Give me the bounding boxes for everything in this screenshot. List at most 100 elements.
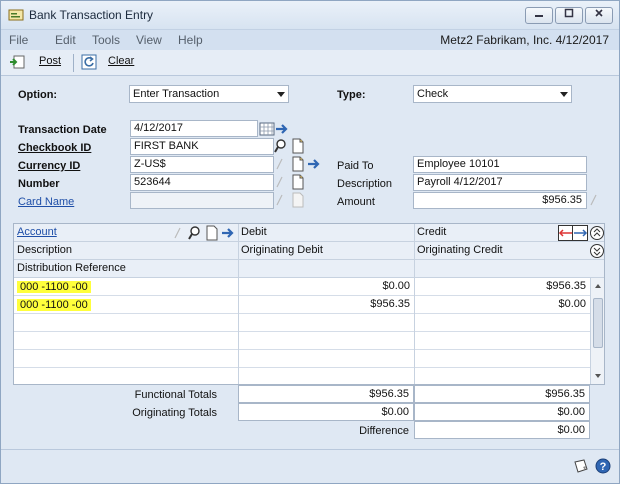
functional-totals-label: Functional Totals <box>134 389 217 401</box>
minimize-icon <box>535 15 543 17</box>
minimize-button[interactable] <box>525 7 553 24</box>
description-column-header: Description <box>17 244 73 256</box>
clear-icon <box>81 54 97 70</box>
debit-column-header: Debit <box>241 226 267 238</box>
post-label: Post <box>39 55 62 67</box>
paid-to-field[interactable]: Employee 10101 <box>413 156 587 173</box>
maximize-button[interactable] <box>555 7 583 24</box>
originating-credit-total: $0.00 <box>414 403 590 421</box>
close-button[interactable] <box>585 7 613 24</box>
checkbook-id-label[interactable]: Checkbook ID <box>18 142 91 154</box>
help-icon[interactable]: ? <box>595 458 611 474</box>
checkbook-id-field[interactable]: FIRST BANK <box>130 138 274 155</box>
toolbar: Post Clear <box>1 50 619 76</box>
account-value: 000 -1100 -00 <box>17 281 91 293</box>
debit-cell: $0.00 <box>382 280 410 292</box>
description-field[interactable]: Payroll 4/12/2017 <box>413 174 587 191</box>
distribution-reference-column-header: Distribution Reference <box>17 262 126 274</box>
lookup-disabled-icon <box>276 176 283 188</box>
post-icon <box>10 55 25 69</box>
table-row[interactable]: 000 -1100 -00 $0.00 $956.35 <box>14 278 590 296</box>
type-label: Type: <box>337 89 366 101</box>
currency-id-label[interactable]: Currency ID <box>18 160 80 172</box>
column-divider <box>238 224 239 384</box>
number-label: Number <box>18 178 60 190</box>
note-icon[interactable] <box>204 225 220 241</box>
debit-cell: $956.35 <box>370 298 410 310</box>
menu-tools[interactable]: Tools <box>92 33 120 47</box>
table-row[interactable] <box>14 314 590 332</box>
lookup-disabled-icon <box>174 227 181 239</box>
scroll-up-circle-icon[interactable] <box>589 225 605 241</box>
grid-header-row-2: Description Originating Debit Originatin… <box>14 242 604 260</box>
originating-credit-column-header: Originating Credit <box>417 244 503 256</box>
company-info: Metz2 Fabrikam, Inc. 4/12/2017 <box>440 33 609 47</box>
difference-value: $0.00 <box>414 421 590 439</box>
card-name-link[interactable]: Card Name <box>18 196 74 208</box>
scroll-thumb[interactable] <box>593 298 603 348</box>
account-cell: 000 -1100 -00 <box>14 279 91 297</box>
menu-view[interactable]: View <box>136 33 162 47</box>
number-field[interactable]: 523644 <box>130 174 274 191</box>
type-dropdown[interactable]: Check <box>413 85 572 103</box>
type-value: Check <box>417 88 449 100</box>
menu-edit[interactable]: Edit <box>55 33 76 47</box>
expand-arrow-icon[interactable] <box>274 121 290 137</box>
scroll-up-icon[interactable] <box>591 280 605 292</box>
bank-transaction-window: Bank Transaction Entry File Edit Tools V… <box>0 0 620 484</box>
close-icon <box>595 9 603 17</box>
menu-bar: File Edit Tools View Help Metz2 Fabrikam… <box>1 29 619 50</box>
chevron-down-icon <box>560 92 568 97</box>
note-window-icon[interactable] <box>573 458 589 474</box>
app-icon <box>8 9 24 21</box>
grid-scrollbar[interactable] <box>590 278 604 384</box>
credit-cell: $956.35 <box>546 280 586 292</box>
account-value: 000 -1100 -00 <box>17 299 91 311</box>
originating-debit-column-header: Originating Debit <box>241 244 323 256</box>
hide-details-icon[interactable] <box>572 225 588 241</box>
calendar-icon[interactable] <box>259 121 275 137</box>
currency-expansion-icon <box>590 194 597 206</box>
toolbar-separator <box>73 54 74 72</box>
option-dropdown[interactable]: Enter Transaction <box>129 85 289 103</box>
table-row[interactable]: 000 -1100 -00 $956.35 $0.00 <box>14 296 590 314</box>
currency-id-field[interactable]: Z-US$ <box>130 156 274 173</box>
credit-column-header: Credit <box>417 226 447 238</box>
table-row[interactable] <box>14 332 590 350</box>
transaction-date-field[interactable]: 4/12/2017 <box>130 120 258 137</box>
expand-arrow-icon[interactable] <box>220 225 236 241</box>
expand-arrow-icon[interactable] <box>306 156 322 172</box>
menu-file[interactable]: File <box>9 33 28 47</box>
account-cell: 000 -1100 -00 <box>14 297 91 315</box>
option-label: Option: <box>18 89 58 101</box>
post-button[interactable]: Post <box>39 55 61 71</box>
note-icon[interactable] <box>290 156 306 172</box>
scroll-down-circle-icon[interactable] <box>589 243 605 259</box>
lookup-icon[interactable] <box>274 138 290 154</box>
transaction-date-label: Transaction Date <box>18 124 107 136</box>
scroll-down-icon[interactable] <box>591 370 605 382</box>
svg-text:?: ? <box>600 461 607 473</box>
table-row[interactable] <box>14 350 590 368</box>
functional-debit-total: $956.35 <box>238 385 414 403</box>
clear-button[interactable]: Clear <box>108 55 134 71</box>
functional-credit-total: $956.35 <box>414 385 590 403</box>
credit-cell: $0.00 <box>558 298 586 310</box>
menu-help[interactable]: Help <box>178 33 203 47</box>
lookup-disabled-icon <box>276 158 283 170</box>
paid-to-label: Paid To <box>337 160 374 172</box>
table-row[interactable] <box>14 368 590 386</box>
grid-header-row-1: Account Debit Credit <box>14 224 604 242</box>
chevron-down-icon <box>277 92 285 97</box>
account-column-header[interactable]: Account <box>14 224 57 242</box>
note-disabled-icon <box>292 192 304 208</box>
card-name-field[interactable] <box>130 192 274 209</box>
amount-label: Amount <box>337 196 375 208</box>
amount-field[interactable]: $956.35 <box>413 192 587 209</box>
lookup-icon[interactable] <box>188 225 204 241</box>
note-icon[interactable] <box>290 138 306 154</box>
note-icon[interactable] <box>290 174 306 190</box>
window-title: Bank Transaction Entry <box>29 8 154 22</box>
title-bar: Bank Transaction Entry <box>1 1 619 29</box>
lookup-disabled-icon <box>276 194 283 206</box>
